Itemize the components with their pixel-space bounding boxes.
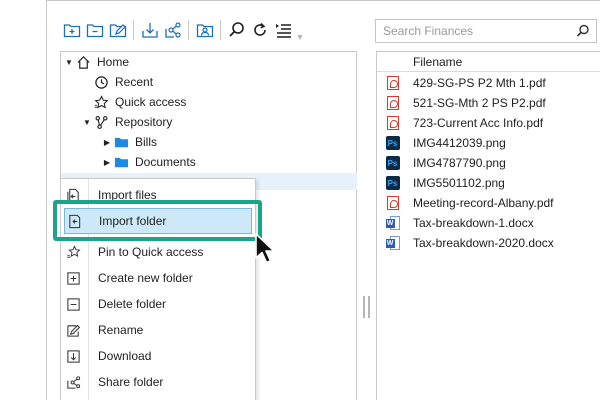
tree-item-documents[interactable]: ▶ Documents: [102, 152, 196, 172]
expand-arrow-icon[interactable]: ▶: [102, 138, 112, 147]
column-header-label: Filename: [413, 55, 463, 69]
menu-item-label: Rename: [98, 323, 144, 337]
file-row[interactable]: 723-Current Acc Info.pdf: [385, 113, 543, 133]
pin-star-icon: [65, 244, 81, 260]
file-list-panel: Filename 429-SG-PS P2 Mth 1.pdf 521-SG-M…: [376, 51, 600, 400]
file-name: IMG4787790.png: [413, 156, 506, 170]
highlight-ring: [53, 200, 262, 241]
file-name: IMG4412039.png: [413, 136, 506, 150]
rename-folder-icon[interactable]: [106, 18, 129, 42]
search-box[interactable]: [375, 19, 597, 43]
filename-column-header[interactable]: Filename: [377, 52, 600, 72]
file-name: Tax-breakdown-1.docx: [413, 216, 534, 230]
tree-item-repository[interactable]: ▼ Repository: [82, 112, 172, 132]
expand-arrow-icon[interactable]: ▼: [64, 58, 74, 67]
photoshop-file-icon: Ps: [385, 176, 400, 191]
menu-item-label: Share folder: [98, 375, 164, 389]
refresh-icon[interactable]: [248, 18, 271, 42]
tree-item-label: Home: [97, 55, 130, 69]
tree-item-quick-access[interactable]: Quick access: [82, 92, 186, 112]
file-row[interactable]: Ps IMG4787790.png: [385, 153, 506, 173]
menu-item-label: Create new folder: [98, 271, 193, 285]
tree-item-recent[interactable]: Recent: [82, 72, 153, 92]
file-name: Meeting-record-Albany.pdf: [413, 196, 554, 210]
file-manager-window: ▼ ▼ Home Recent Quick access ▼ Repositor…: [0, 0, 600, 400]
file-row[interactable]: W Tax-breakdown-1.docx: [385, 213, 534, 233]
clock-icon: [92, 74, 110, 90]
rename-icon: [65, 322, 81, 338]
menu-item-rename[interactable]: Rename: [61, 317, 255, 343]
share-icon[interactable]: [161, 18, 184, 42]
list-menu-icon[interactable]: [271, 18, 294, 42]
file-row[interactable]: Meeting-record-Albany.pdf: [385, 193, 554, 213]
photoshop-file-icon: Ps: [385, 156, 400, 171]
panel-splitter-handle[interactable]: [363, 296, 370, 318]
expand-arrow-icon[interactable]: ▼: [82, 118, 92, 127]
toolbar-overflow-icon[interactable]: ▼: [294, 18, 306, 42]
tree-item-home[interactable]: ▼ Home: [64, 52, 129, 72]
expand-arrow-icon[interactable]: ▶: [102, 158, 112, 167]
star-icon: [92, 94, 110, 110]
download-icon: [65, 348, 81, 364]
menu-item-create-folder[interactable]: Create new folder: [61, 265, 255, 291]
pdf-file-icon: [385, 196, 400, 211]
pdf-file-icon: [385, 96, 400, 111]
user-folder-icon[interactable]: [193, 18, 216, 42]
file-row[interactable]: Ps IMG5501102.png: [385, 173, 505, 193]
folder-icon: [112, 134, 130, 150]
tree-item-label: Recent: [115, 75, 154, 89]
create-folder-icon: [65, 270, 81, 286]
toolbar-separator: [188, 20, 189, 40]
new-folder-icon[interactable]: [60, 18, 83, 42]
repository-icon: [92, 114, 110, 130]
menu-item-pin-quick-access[interactable]: Pin to Quick access: [61, 239, 255, 265]
folder-icon: [112, 154, 130, 170]
search-input[interactable]: [376, 20, 566, 42]
search-icon[interactable]: [576, 24, 590, 38]
delete-folder-icon: [65, 296, 81, 312]
window-top-border: [46, 0, 600, 1]
file-name: 521-SG-Mth 2 PS P2.pdf: [413, 96, 546, 110]
tree-item-label: Documents: [135, 155, 196, 169]
menu-item-delete-folder[interactable]: Delete folder: [61, 291, 255, 317]
file-name: IMG5501102.png: [413, 176, 505, 190]
file-row[interactable]: Ps IMG4412039.png: [385, 133, 506, 153]
tree-item-label: Repository: [115, 115, 173, 129]
toolbar-separator: [220, 20, 221, 40]
file-row[interactable]: W Tax-breakdown-2020.docx: [385, 233, 554, 253]
word-file-icon: W: [385, 216, 400, 231]
tree-item-label: Bills: [135, 135, 158, 149]
toolbar-separator: [133, 20, 134, 40]
word-file-icon: W: [385, 236, 400, 251]
file-row[interactable]: 521-SG-Mth 2 PS P2.pdf: [385, 93, 546, 113]
menu-item-share-folder[interactable]: Share folder: [61, 369, 255, 395]
file-name: Tax-breakdown-2020.docx: [413, 236, 554, 250]
pdf-file-icon: [385, 76, 400, 91]
download-icon[interactable]: [138, 18, 161, 42]
menu-item-label: Download: [98, 349, 152, 363]
tree-item-label: Quick access: [115, 95, 187, 109]
file-name: 429-SG-PS P2 Mth 1.pdf: [413, 76, 546, 90]
menu-item-label: Pin to Quick access: [98, 245, 204, 259]
menu-item-label: Delete folder: [98, 297, 167, 311]
remove-folder-icon[interactable]: [83, 18, 106, 42]
file-row[interactable]: 429-SG-PS P2 Mth 1.pdf: [385, 73, 546, 93]
toolbar: ▼: [60, 18, 306, 42]
search-icon[interactable]: [225, 18, 248, 42]
tree-item-bills[interactable]: ▶ Bills: [102, 132, 157, 152]
photoshop-file-icon: Ps: [385, 136, 400, 151]
home-icon: [74, 54, 92, 70]
pdf-file-icon: [385, 116, 400, 131]
window-left-border: [46, 0, 47, 400]
menu-item-download[interactable]: Download: [61, 343, 255, 369]
share-folder-icon: [65, 374, 81, 390]
file-name: 723-Current Acc Info.pdf: [413, 116, 544, 130]
mouse-pointer-icon: [255, 233, 275, 264]
